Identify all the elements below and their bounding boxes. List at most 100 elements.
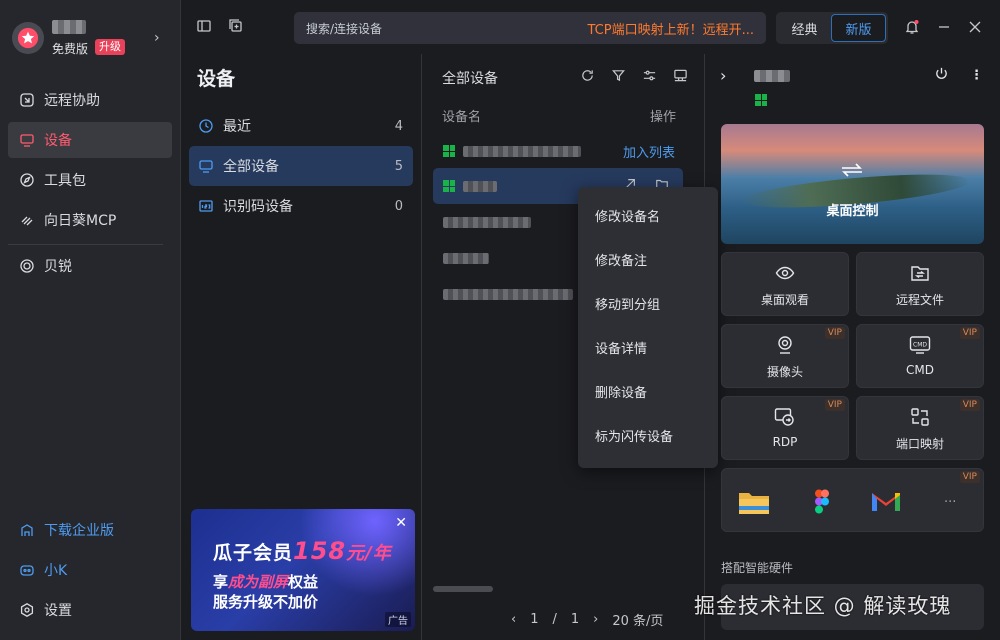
- group-label: 全部设备: [223, 159, 279, 175]
- view-mode-icon[interactable]: [673, 68, 688, 87]
- tile-label: RDP: [772, 435, 798, 449]
- tile-desktop-view[interactable]: 桌面观看: [721, 252, 849, 316]
- sidebar-item-devices[interactable]: 设备: [8, 122, 172, 158]
- tile-label: 摄像头: [766, 365, 803, 379]
- prev-page-icon[interactable]: ‹: [511, 612, 516, 627]
- gmail-icon[interactable]: [870, 489, 902, 515]
- search-bar[interactable]: 搜索/连接设备 TCP端口映射上新！远程开...: [294, 12, 766, 44]
- folder-transfer-icon: [857, 263, 983, 283]
- sidebar-item-download-enterprise[interactable]: 下载企业版: [8, 512, 172, 548]
- group-recent[interactable]: 最近 4: [189, 106, 413, 146]
- tile-label: 远程文件: [895, 293, 944, 307]
- more-apps-button[interactable]: ...: [944, 491, 956, 506]
- page-size-select[interactable]: 20 条/页: [612, 610, 663, 629]
- refresh-icon[interactable]: [580, 68, 595, 87]
- sidebar-item-toolkit[interactable]: 工具包: [8, 162, 172, 198]
- menu-item-move-to-group[interactable]: 移动到分组: [578, 284, 718, 328]
- sidebar-item-label: 工具包: [44, 173, 86, 189]
- windows-icon: [755, 94, 767, 106]
- upgrade-badge[interactable]: 升级: [95, 39, 125, 55]
- menu-item-rename[interactable]: 修改设备名: [578, 196, 718, 240]
- tile-port-mapping[interactable]: VIP 端口映射: [856, 396, 984, 460]
- sidebar-item-label: 远程协助: [44, 93, 100, 109]
- avatar[interactable]: [12, 22, 44, 54]
- next-page-icon[interactable]: ›: [593, 612, 598, 627]
- page-title: 设备: [197, 68, 236, 90]
- eye-icon: [722, 263, 848, 283]
- sidebar: 免费版 升级 › 远程协助 设备 工具包 向日葵MCP 贝锐 下载企业版 小K …: [0, 0, 181, 640]
- sunflower-logo-icon: [17, 27, 39, 49]
- ui-mode-toggle: 经典 新版: [776, 12, 888, 44]
- ad-close-icon[interactable]: ✕: [395, 515, 407, 531]
- group-count: 4: [394, 118, 403, 134]
- figma-icon[interactable]: [806, 489, 838, 515]
- minimize-icon[interactable]: [935, 18, 953, 36]
- horizontal-scrollbar[interactable]: [433, 586, 493, 592]
- filter-icon[interactable]: [611, 68, 626, 87]
- more-vertical-icon[interactable]: ⋮: [970, 68, 983, 83]
- sidebar-item-label: 贝锐: [44, 259, 72, 275]
- sidebar-item-label: 下载企业版: [44, 523, 114, 539]
- tile-cmd[interactable]: VIP CMD CMD: [856, 324, 984, 388]
- sort-settings-icon[interactable]: [642, 68, 657, 87]
- chevron-right-icon[interactable]: ›: [720, 66, 726, 85]
- close-icon[interactable]: [966, 18, 984, 36]
- ad-price-unit: 元/年: [346, 543, 392, 564]
- power-icon[interactable]: [934, 66, 949, 85]
- group-id-code-devices[interactable]: 识别码设备 0: [189, 186, 413, 226]
- user-name-redacted: [52, 20, 86, 34]
- device-detail-panel: › ⋮ 桌面控制 桌面观看 远程文件 VIP 摄像头 VIP CMD CMD V…: [706, 54, 1000, 640]
- tile-remote-files[interactable]: 远程文件: [856, 252, 984, 316]
- notification-bell-icon[interactable]: [903, 18, 921, 36]
- sidebar-divider: [8, 244, 163, 245]
- device-row[interactable]: 加入列表: [433, 133, 683, 169]
- mode-classic[interactable]: 经典: [778, 14, 831, 42]
- desktop-control-label: 桌面控制: [826, 204, 879, 219]
- menu-item-mark-flash-transfer[interactable]: 标为闪传设备: [578, 416, 718, 460]
- assistant-icon: [18, 561, 36, 579]
- ad-banner[interactable]: 瓜子会员158元/年 享成为副屏权益 服务升级不加价 ✕ 广告: [191, 509, 415, 631]
- ad-line-2: 服务升级不加价: [213, 593, 319, 611]
- column-header-name: 设备名: [442, 110, 482, 125]
- watermark: 掘金技术社区 @ 解读玫瑰: [694, 594, 952, 618]
- sidebar-item-settings[interactable]: 设置: [8, 592, 172, 628]
- monitor-icon: [197, 157, 215, 175]
- search-input[interactable]: 搜索/连接设备: [306, 20, 382, 37]
- group-count: 5: [394, 158, 403, 174]
- sidebar-item-mcp[interactable]: 向日葵MCP: [8, 202, 172, 238]
- sidebar-item-assistant[interactable]: 小K: [8, 552, 172, 588]
- ad-tag: 广告: [385, 612, 411, 627]
- plan-label: 免费版: [52, 42, 89, 56]
- new-window-icon[interactable]: [228, 18, 244, 38]
- settings-icon: [18, 601, 36, 619]
- menu-item-edit-remark[interactable]: 修改备注: [578, 240, 718, 284]
- file-explorer-icon[interactable]: [738, 489, 770, 515]
- sidebar-item-oray[interactable]: 贝锐: [8, 248, 172, 284]
- device-icon: [18, 131, 36, 149]
- toolbar-left: [196, 18, 244, 38]
- group-all-devices[interactable]: 全部设备 5: [189, 146, 413, 186]
- tile-rdp[interactable]: VIP RDP: [721, 396, 849, 460]
- mode-new[interactable]: 新版: [831, 14, 886, 42]
- promo-link[interactable]: TCP端口映射上新！远程开...: [588, 19, 755, 38]
- group-label: 识别码设备: [223, 199, 293, 215]
- desktop-control-button[interactable]: 桌面控制: [721, 124, 984, 244]
- menu-item-delete-device[interactable]: 删除设备: [578, 372, 718, 416]
- windows-icon: [443, 145, 455, 157]
- device-name-redacted: [463, 180, 497, 192]
- cmd-icon: CMD: [857, 335, 983, 355]
- add-to-list-link[interactable]: 加入列表: [623, 142, 675, 161]
- tile-label: 端口映射: [895, 437, 944, 451]
- svg-text:CMD: CMD: [913, 342, 927, 349]
- tile-camera[interactable]: VIP 摄像头: [721, 324, 849, 388]
- sidebar-item-remote-assist[interactable]: 远程协助: [8, 82, 172, 118]
- device-name-redacted: [443, 288, 573, 300]
- sidebar-item-label: 设备: [44, 133, 72, 149]
- menu-item-device-details[interactable]: 设备详情: [578, 328, 718, 372]
- sidebar-toggle-icon[interactable]: [196, 18, 212, 38]
- port-mapping-icon: [857, 407, 983, 427]
- rdp-icon: [722, 407, 848, 427]
- sidebar-item-label: 小K: [44, 563, 68, 579]
- list-title: 全部设备: [442, 71, 498, 87]
- chevron-right-icon[interactable]: ›: [154, 30, 160, 46]
